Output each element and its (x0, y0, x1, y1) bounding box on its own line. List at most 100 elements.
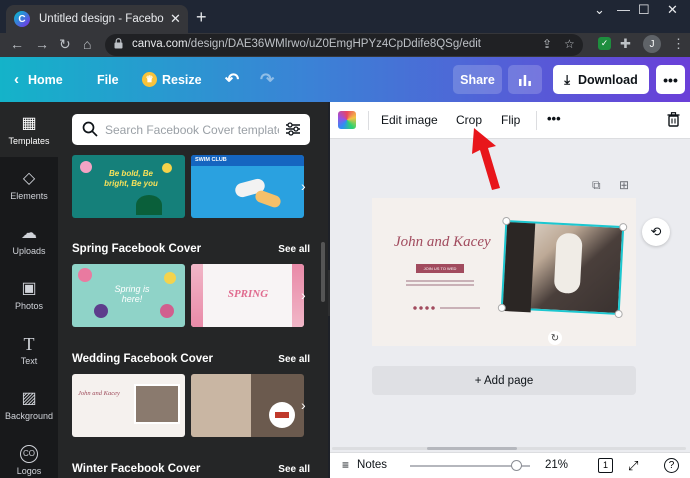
template-thumb[interactable]: Spring is here! (72, 264, 185, 327)
search-placeholder: Search Facebook Cover templates (105, 123, 279, 137)
template-thumb[interactable]: SPRING (191, 264, 304, 327)
chevron-right-icon[interactable]: › (301, 397, 306, 413)
color-picker-swatch[interactable] (338, 111, 356, 129)
redo-icon: ↷ (260, 69, 275, 89)
selected-photo[interactable] (497, 216, 628, 319)
download-button[interactable]: ⤓ Download (553, 65, 649, 94)
flip-button[interactable]: Flip (501, 113, 520, 127)
search-icon (82, 121, 98, 137)
bar-chart-icon (519, 74, 531, 86)
canvas-footer-line (440, 307, 480, 309)
undo-icon: ↶ (225, 69, 240, 89)
thumb-text: SWIM CLUB (195, 157, 227, 163)
browser-toolbar: ← → ↻ ⌂ canva.com/design/DAE36WMlrwo/uZ0… (0, 33, 690, 57)
zoom-level[interactable]: 21% (545, 459, 568, 471)
undo-button[interactable]: ↶ (225, 57, 239, 102)
rail-label: Templates (8, 136, 50, 146)
canva-favicon-icon: C (14, 11, 30, 27)
rail-item-background[interactable]: ▨ Background (0, 377, 58, 432)
redo-button[interactable]: ↷ (260, 57, 274, 102)
back-chevron-icon: ‹ (14, 71, 19, 88)
minimize-icon[interactable]: — (617, 2, 630, 17)
back-icon[interactable]: ← (10, 36, 24, 52)
canvas-badge: JOIN US TO WED (416, 264, 464, 273)
rail-item-logos[interactable]: CO Logos (0, 432, 58, 478)
resize-label: Resize (162, 72, 202, 87)
share-button[interactable]: Share (453, 65, 502, 94)
magic-comment-button[interactable]: ⟲ (642, 218, 670, 246)
download-icon: ⤓ (564, 71, 571, 87)
section-title: Spring Facebook Cover (72, 243, 202, 255)
template-thumb[interactable] (191, 374, 304, 437)
share-page-icon[interactable]: ⇪ (542, 37, 552, 51)
rail-label: Background (4, 411, 54, 421)
duplicate-page-icon[interactable]: ⧉ (592, 178, 601, 193)
tab-title: Untitled design - Facebook Cover (39, 13, 164, 25)
close-tab-icon[interactable]: ✕ (170, 11, 181, 27)
new-tab-icon[interactable]: + (196, 7, 207, 28)
extensions-puzzle-icon[interactable]: ✚ (620, 36, 631, 52)
zoom-slider-knob[interactable] (511, 460, 522, 471)
reload-icon[interactable]: ↻ (59, 36, 71, 53)
canva-header: ‹ Home File ♛ Resize ↶ ↷ Share ⤓ Downloa… (0, 57, 690, 102)
rail-label: Elements (10, 191, 48, 201)
see-all-link[interactable]: See all (278, 244, 310, 255)
maximize-icon[interactable]: ☐ (638, 2, 650, 18)
chevron-down-icon[interactable]: ⌄ (594, 2, 605, 18)
trash-icon[interactable] (667, 112, 680, 127)
add-page-button[interactable]: + Add page (372, 366, 636, 395)
insights-button[interactable] (508, 65, 542, 94)
home-button[interactable]: ‹ Home (14, 57, 63, 102)
notes-button[interactable]: ≡ Notes (342, 458, 387, 472)
see-all-link[interactable]: See all (278, 464, 310, 475)
rail-item-templates[interactable]: ▦ Templates (0, 102, 58, 157)
horizontal-scrollbar[interactable] (332, 446, 686, 451)
canvas-script-title: John and Kacey (394, 234, 491, 250)
resize-button[interactable]: ♛ Resize (142, 57, 202, 102)
extension-check-icon[interactable]: ✓ (598, 37, 611, 50)
template-search-input[interactable]: Search Facebook Cover templates (72, 114, 310, 145)
more-options-button[interactable]: ••• (656, 65, 685, 94)
rail-item-uploads[interactable]: ☁ Uploads (0, 212, 58, 267)
home-icon[interactable]: ⌂ (83, 36, 91, 52)
chevron-right-icon[interactable]: › (301, 178, 306, 194)
chevron-right-icon[interactable]: › (301, 287, 306, 303)
thumb-text: John and Kacey (78, 390, 120, 397)
filter-icon[interactable] (285, 121, 301, 137)
forward-icon[interactable]: → (35, 36, 49, 52)
help-icon[interactable]: ? (664, 458, 679, 473)
edit-image-button[interactable]: Edit image (381, 113, 438, 127)
editor-area: Edit image Crop Flip ••• ⧉ ⊞ John and Ka… (330, 102, 690, 478)
browser-menu-icon[interactable]: ⋮ (672, 36, 685, 52)
browser-tab[interactable]: C Untitled design - Facebook Cover ✕ (6, 5, 188, 33)
template-thumb[interactable]: SWIM CLUB (191, 155, 304, 218)
background-icon: ▨ (21, 390, 37, 407)
rail-item-text[interactable]: T Text (0, 322, 58, 377)
profile-avatar[interactable]: J (643, 35, 661, 53)
home-label: Home (28, 72, 63, 87)
design-canvas[interactable]: John and Kacey JOIN US TO WED (372, 198, 636, 346)
logos-icon: CO (20, 445, 38, 463)
add-page-icon[interactable]: ⊞ (619, 178, 629, 192)
notes-icon: ≡ (342, 458, 350, 472)
fullscreen-icon[interactable]: ⤢ (628, 458, 638, 474)
close-window-icon[interactable]: ✕ (667, 2, 678, 18)
bookmark-star-icon[interactable]: ☆ (564, 37, 575, 51)
rail-item-photos[interactable]: ▣ Photos (0, 267, 58, 322)
page-count-button[interactable]: 1 (598, 458, 613, 473)
file-menu-button[interactable]: File (97, 57, 119, 102)
rail-label: Photos (14, 301, 44, 311)
see-all-link[interactable]: See all (278, 354, 310, 365)
toolbar-divider (536, 111, 537, 130)
rail-item-elements[interactable]: ◇ Elements (0, 157, 58, 212)
more-tools-icon[interactable]: ••• (547, 111, 561, 126)
address-bar[interactable]: canva.com/design/DAE36WMlrwo/uZ0EmgHPYz4… (105, 34, 583, 56)
panel-scrollbar[interactable] (321, 242, 325, 302)
crop-button[interactable]: Crop (456, 113, 482, 127)
rotate-handle-icon[interactable]: ↻ (548, 331, 562, 345)
template-thumb[interactable]: Be bold, Be bright, Be you (72, 155, 185, 218)
template-thumb[interactable]: John and Kacey (72, 374, 185, 437)
toolbar-divider (368, 111, 369, 130)
elements-icon: ◇ (22, 170, 36, 187)
canvas-detail-lines (406, 280, 474, 282)
